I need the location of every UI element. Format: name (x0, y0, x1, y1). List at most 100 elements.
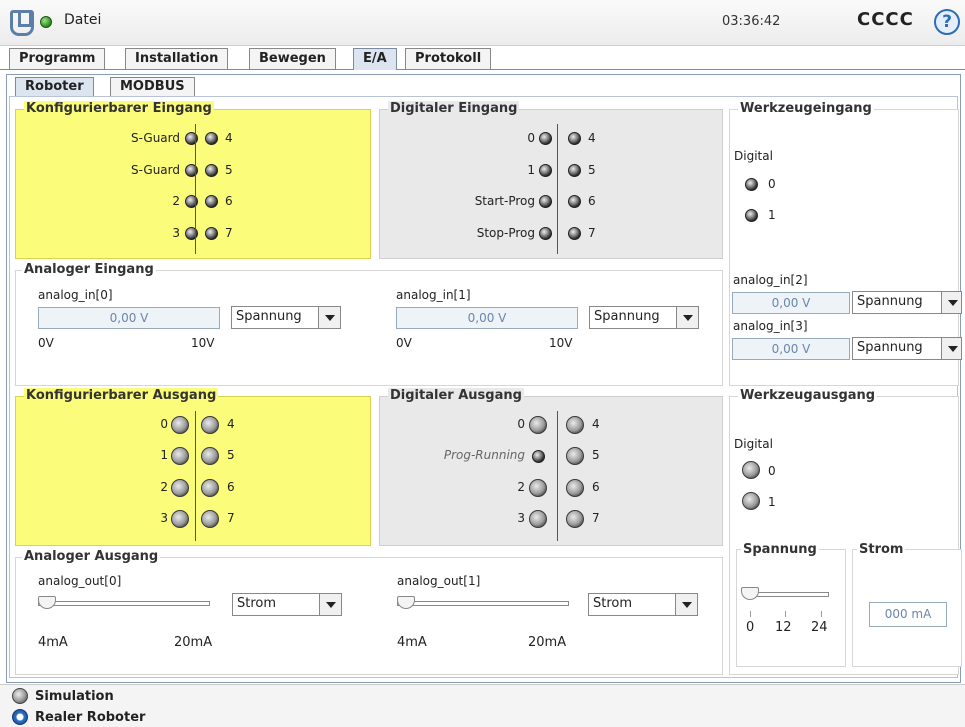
co-led-button[interactable] (201, 416, 219, 434)
di-label: Start-Prog (474, 194, 535, 208)
digital-output-group: Digitaler Ausgang 0 4 Prog-Running 5 2 6… (379, 388, 723, 546)
co-led-button[interactable] (171, 447, 189, 465)
tab-protokoll[interactable]: Protokoll (405, 48, 492, 69)
co-led-button[interactable] (171, 416, 189, 434)
real-robot-radio[interactable] (12, 709, 28, 725)
analog-in-2-label: analog_in[2] (733, 273, 808, 287)
analog-in-2-mode: Spannung (857, 294, 923, 309)
digital-input-title: Digitaler Eingang (388, 101, 520, 117)
co-led-button[interactable] (201, 510, 219, 528)
ti-led-icon (745, 209, 758, 222)
ti-led-icon (745, 178, 758, 191)
tab-installation[interactable]: Installation (125, 48, 229, 69)
tool-voltage-slider-handle[interactable] (741, 587, 759, 600)
configurable-input-title: Konfigurierbarer Eingang (24, 101, 214, 117)
ci-label: 2 (172, 194, 180, 208)
do-label: 5 (592, 448, 600, 462)
ci-label: 6 (225, 194, 233, 208)
co-label: 7 (227, 511, 235, 525)
analog-in-1-value: 0,00 V (396, 307, 578, 329)
real-robot-label[interactable]: Realer Roboter (35, 710, 145, 725)
co-label: 3 (160, 511, 168, 525)
do-led-button[interactable] (529, 510, 547, 528)
do-led-button[interactable] (566, 447, 584, 465)
do-led-button[interactable] (566, 416, 584, 434)
analog-in-1-mode: Spannung (594, 309, 660, 324)
analog-in-0-max: 10V (191, 336, 215, 350)
analog-out-0-min: 4mA (38, 635, 68, 650)
co-led-button[interactable] (171, 479, 189, 497)
do-label: 6 (592, 480, 600, 494)
analog-input-title: Analoger Eingang (22, 262, 156, 278)
file-menu[interactable]: Datei (64, 12, 101, 28)
tool-input-title: Werkzeugeingang (738, 101, 874, 117)
ci-label: 4 (225, 131, 233, 145)
analog-in-3-value: 0,00 V (732, 338, 850, 360)
co-led-button[interactable] (201, 447, 219, 465)
status-led-icon (40, 16, 52, 28)
help-icon[interactable]: ? (934, 9, 960, 35)
analog-in-1-mode-select[interactable]: Spannung (589, 306, 699, 329)
tick (750, 611, 751, 617)
ci-led-icon (205, 195, 218, 208)
analog-out-1-mode-select[interactable]: Strom (588, 593, 698, 616)
subtab-roboter[interactable]: Roboter (15, 77, 94, 97)
chevron-down-icon (318, 307, 340, 328)
tick (821, 611, 822, 617)
di-label: 5 (588, 163, 596, 177)
separator (557, 411, 558, 541)
analog-in-2-mode-select[interactable]: Spannung (852, 291, 962, 314)
top-bar (0, 0, 965, 46)
di-label: 4 (588, 131, 596, 145)
do-label: 7 (592, 511, 600, 525)
tab-divider (0, 69, 965, 70)
tool-current-group: Strom 000 mA (852, 542, 962, 667)
analog-out-1-slider-track[interactable] (397, 601, 569, 606)
di-led-icon (539, 227, 552, 240)
to-led-button[interactable] (742, 461, 760, 479)
analog-out-1-slider-handle[interactable] (397, 596, 415, 609)
tool-output-group: Werkzeugausgang Digital 0 1 Spannung 0 1… (729, 388, 962, 675)
simulation-radio[interactable] (12, 688, 28, 704)
analog-in-3-mode-select[interactable]: Spannung (852, 337, 962, 360)
do-led-button[interactable] (529, 479, 547, 497)
tool-voltage-group: Spannung 0 12 24 (736, 542, 846, 667)
tab-bewegen[interactable]: Bewegen (249, 48, 336, 69)
ci-led-icon (185, 164, 198, 177)
bottom-bar: Simulation Realer Roboter (0, 684, 965, 727)
di-led-icon (568, 227, 581, 240)
di-label: 6 (588, 194, 596, 208)
subtab-modbus[interactable]: MODBUS (110, 77, 195, 96)
analog-in-2-value: 0,00 V (732, 292, 850, 314)
analog-out-0-mode-select[interactable]: Strom (232, 593, 342, 616)
chevron-down-icon (676, 307, 698, 328)
co-led-button[interactable] (201, 479, 219, 497)
do-led-button[interactable] (566, 479, 584, 497)
robot-name: CCCC (857, 9, 914, 30)
ci-label: 7 (225, 226, 233, 240)
simulation-label[interactable]: Simulation (35, 689, 114, 704)
di-led-icon (539, 195, 552, 208)
configurable-output-group: Konfigurierbarer Ausgang 0 4 1 5 2 6 3 7 (15, 388, 371, 546)
analog-in-0-mode-select[interactable]: Spannung (231, 306, 341, 329)
ti-label: 1 (768, 208, 776, 222)
analog-out-0-label: analog_out[0] (38, 574, 122, 588)
tool-current-value: 000 mA (869, 602, 947, 627)
analog-out-0-slider-handle[interactable] (38, 596, 56, 609)
co-led-button[interactable] (171, 510, 189, 528)
tool-input-digital-label: Digital (734, 149, 773, 163)
analog-in-1-label: analog_in[1] (396, 288, 471, 302)
to-led-button[interactable] (742, 492, 760, 510)
tool-current-title: Strom (857, 542, 906, 558)
tool-voltage-tick-label: 0 (746, 620, 755, 635)
tab-programm[interactable]: Programm (9, 48, 106, 69)
do-led-button[interactable] (529, 416, 547, 434)
digital-output-title: Digitaler Ausgang (388, 388, 524, 404)
do-label: 2 (517, 480, 525, 494)
separator (557, 124, 558, 254)
do-led-button[interactable] (566, 510, 584, 528)
tab-ea[interactable]: E/A (353, 48, 397, 70)
analog-in-3-label: analog_in[3] (733, 319, 808, 333)
co-label: 5 (227, 448, 235, 462)
analog-out-0-slider-track[interactable] (38, 601, 210, 606)
